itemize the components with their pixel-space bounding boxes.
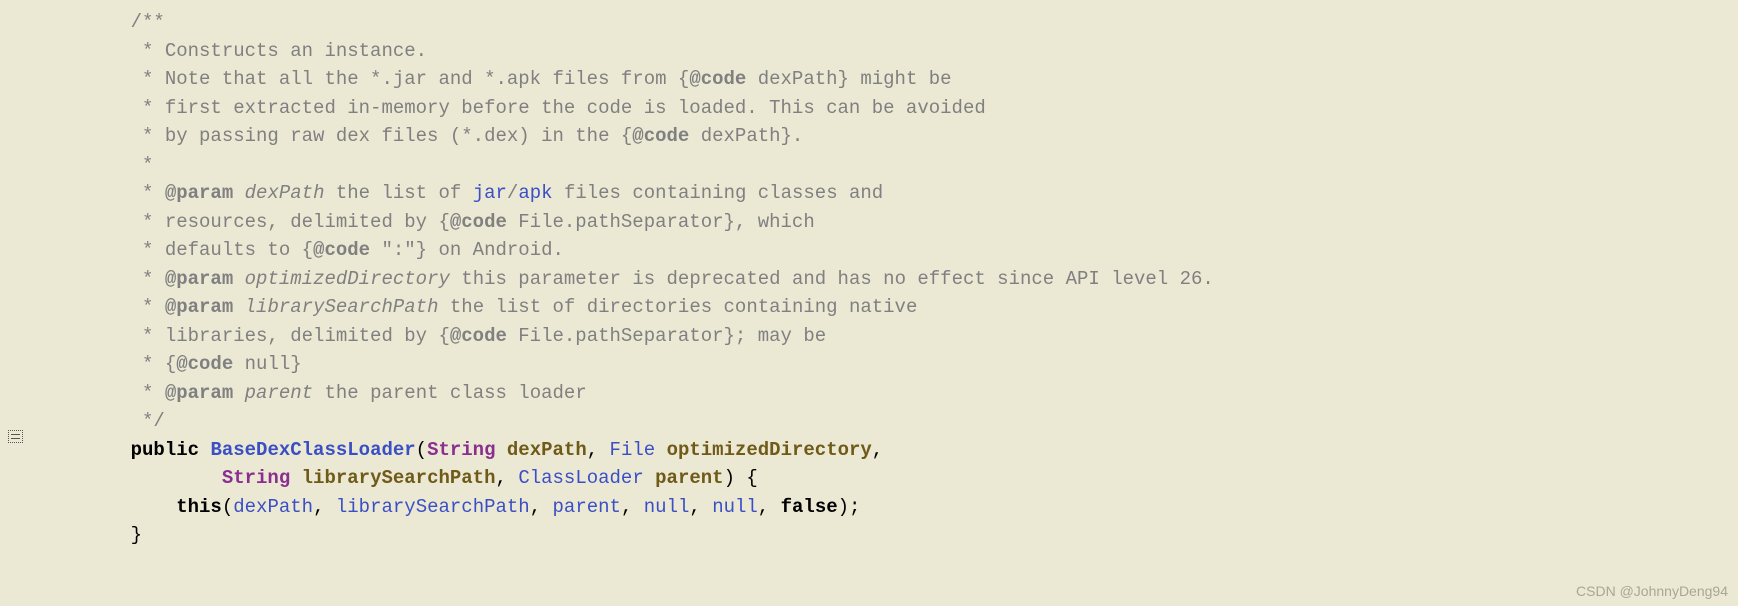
javadoc-param-name: parent: [233, 382, 313, 404]
javadoc-param-name: optimizedDirectory: [233, 268, 450, 290]
param-dexpath: dexPath: [507, 439, 587, 461]
javadoc-code-tag: @code: [450, 325, 507, 347]
comment-line: * libraries, delimited by {@code File.pa…: [0, 322, 1738, 351]
arg: dexPath: [233, 496, 313, 518]
javadoc-param-tag: @param: [165, 182, 233, 204]
javadoc-param-tag: @param: [165, 268, 233, 290]
comment-line: * by passing raw dex files (*.dex) in th…: [0, 122, 1738, 151]
arg: parent: [553, 496, 621, 518]
comment-line: * Constructs an instance.: [0, 37, 1738, 66]
type-string: String: [427, 439, 495, 461]
comment-line: *: [0, 151, 1738, 180]
arg-null: null: [712, 496, 758, 518]
javadoc-code-tag: @code: [313, 239, 370, 261]
javadoc-param-tag: @param: [165, 382, 233, 404]
javadoc-code-tag: @code: [689, 68, 746, 90]
comment-line: * defaults to {@code ":"} on Android.: [0, 236, 1738, 265]
javadoc-param-tag: @param: [165, 296, 233, 318]
link-jar: jar: [473, 182, 507, 204]
comment-line: * resources, delimited by {@code File.pa…: [0, 208, 1738, 237]
comment-line: * @param optimizedDirectory this paramet…: [0, 265, 1738, 294]
keyword-public: public: [131, 439, 199, 461]
method-body: this(dexPath, librarySearchPath, parent,…: [0, 493, 1738, 522]
type-classloader: ClassLoader: [518, 467, 643, 489]
javadoc-code-tag: @code: [632, 125, 689, 147]
comment-line: * {@code null}: [0, 350, 1738, 379]
close-brace: }: [0, 521, 1738, 550]
javadoc-code-tag: @code: [450, 211, 507, 233]
javadoc-code-tag: @code: [176, 353, 233, 375]
method-signature-cont: String librarySearchPath, ClassLoader pa…: [0, 464, 1738, 493]
keyword-this: this: [176, 496, 222, 518]
gutter-fold-icon[interactable]: [8, 430, 23, 443]
javadoc-param-name: librarySearchPath: [233, 296, 438, 318]
watermark-text: CSDN @JohnnyDeng94: [1576, 581, 1728, 602]
param-parent: parent: [655, 467, 723, 489]
method-signature: public BaseDexClassLoader(String dexPath…: [0, 436, 1738, 465]
comment-line: */: [0, 407, 1738, 436]
comment-line: * Note that all the *.jar and *.apk file…: [0, 65, 1738, 94]
type-string: String: [222, 467, 290, 489]
javadoc-param-name: dexPath: [233, 182, 324, 204]
param-optimizeddir: optimizedDirectory: [667, 439, 872, 461]
arg: librarySearchPath: [336, 496, 530, 518]
comment-line: * first extracted in-memory before the c…: [0, 94, 1738, 123]
comment-line: * @param librarySearchPath the list of d…: [0, 293, 1738, 322]
method-name: BaseDexClassLoader: [210, 439, 415, 461]
arg-null: null: [644, 496, 690, 518]
param-libsearchpath: librarySearchPath: [302, 467, 496, 489]
comment-line: /**: [0, 8, 1738, 37]
comment-line: * @param parent the parent class loader: [0, 379, 1738, 408]
arg-false: false: [781, 496, 838, 518]
code-editor-viewport: /** * Constructs an instance. * Note tha…: [0, 0, 1738, 606]
comment-line: * @param dexPath the list of jar/apk fil…: [0, 179, 1738, 208]
link-apk: apk: [518, 182, 552, 204]
code-block: /** * Constructs an instance. * Note tha…: [0, 0, 1738, 550]
type-file: File: [610, 439, 656, 461]
